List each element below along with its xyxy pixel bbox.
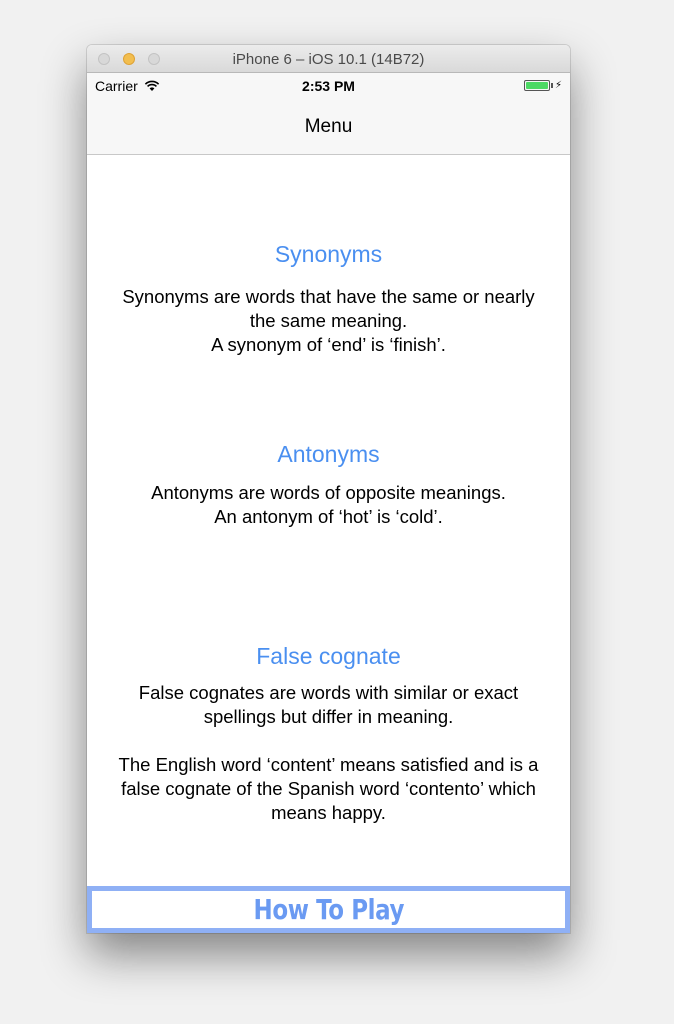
simulator-window: iPhone 6 – iOS 10.1 (14B72) Carrier 2:53… — [87, 45, 570, 933]
battery-fill — [525, 82, 548, 89]
false-cognate-line-2: spellings but differ in meaning. — [203, 706, 454, 727]
false-cognate-section: False cognate False cognates are words w… — [87, 643, 570, 825]
antonyms-heading: Antonyms — [277, 441, 380, 467]
synonyms-line-2: the same meaning. — [249, 310, 408, 331]
nav-title: Menu — [304, 115, 353, 137]
charging-bolt-icon: ⚡ — [554, 80, 562, 91]
how-to-play-button[interactable]: How To Play — [87, 886, 570, 933]
synonyms-line-1: Synonyms are words that have the same or… — [122, 286, 535, 307]
synonyms-heading: Synonyms — [274, 241, 383, 267]
window-titlebar: iPhone 6 – iOS 10.1 (14B72) — [87, 45, 570, 73]
status-time: 2:53 PM — [302, 78, 355, 94]
false-cognate-example-3: means happy. — [271, 802, 386, 823]
navigation-bar: Menu — [87, 99, 570, 155]
how-to-play-label: How To Play — [253, 893, 404, 926]
status-bar: Carrier 2:53 PM ⚡ — [87, 73, 570, 99]
false-cognate-example-2: false cognate of the Spanish word ‘conte… — [121, 778, 536, 799]
antonyms-section: Antonyms Antonyms are words of opposite … — [87, 441, 570, 529]
false-cognate-example-1: The English word ‘content’ means satisfi… — [118, 754, 539, 775]
antonyms-line-2: An antonym of ‘hot’ is ‘cold’. — [214, 506, 443, 527]
false-cognate-heading: False cognate — [256, 643, 401, 669]
synonyms-section: Synonyms Synonyms are words that have th… — [87, 241, 570, 357]
battery-icon: ⚡ — [523, 80, 562, 91]
content-area: Synonyms Synonyms are words that have th… — [87, 155, 570, 885]
window-title: iPhone 6 – iOS 10.1 (14B72) — [232, 51, 425, 68]
false-cognate-line-1: False cognates are words with similar or… — [138, 682, 519, 703]
synonyms-line-3: A synonym of ‘end’ is ‘finish’. — [211, 334, 446, 355]
antonyms-line-1: Antonyms are words of opposite meanings. — [151, 482, 506, 503]
